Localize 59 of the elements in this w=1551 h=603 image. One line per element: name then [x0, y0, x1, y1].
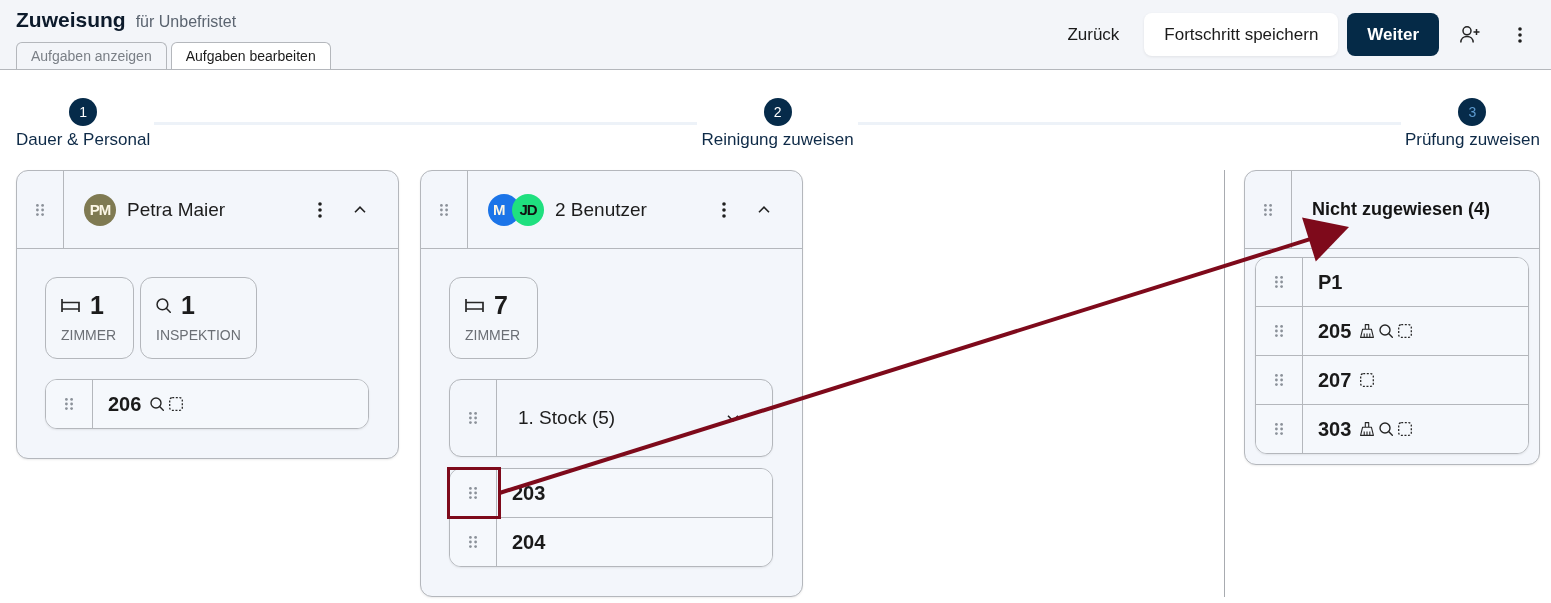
room-number: P1 [1318, 270, 1343, 294]
avatar: JD [512, 193, 544, 226]
group-label: 1. Stock (5) [518, 407, 617, 429]
room-number: 303 [1318, 417, 1352, 441]
room-number: 206 [108, 392, 142, 416]
add-person-icon[interactable] [1460, 26, 1480, 43]
tab[interactable]: Aufgaben bearbeiten [170, 42, 331, 69]
stat-label: ZIMMER [61, 327, 118, 344]
room-row[interactable]: P1 [1256, 258, 1528, 306]
more-icon[interactable] [318, 201, 322, 218]
stat-label: INSPEKTION [156, 327, 241, 344]
drag-handle-icon[interactable] [469, 412, 477, 424]
more-icon[interactable] [722, 201, 726, 218]
outline-button[interactable]: Fortschritt speichern [1144, 13, 1339, 56]
room-row[interactable]: 207 [1256, 355, 1528, 404]
bed-icon [465, 298, 484, 312]
drag-handle-icon[interactable] [65, 398, 73, 410]
room-number: 207 [1318, 368, 1352, 392]
room-number: 204 [512, 530, 546, 554]
tab[interactable]: Aufgaben anzeigen [16, 42, 167, 69]
chevron-up-icon[interactable] [758, 206, 770, 213]
search-icon [156, 297, 171, 313]
chevron-up-icon[interactable] [354, 206, 366, 213]
page-title: Zuweisung [16, 8, 126, 32]
stat-value: 1 [90, 290, 104, 320]
card-title: Nicht zugewiesen (4) [1312, 199, 1492, 220]
step-label: Prüfung zuweisen [1404, 130, 1540, 150]
more-icon[interactable] [1518, 26, 1522, 43]
drag-handle-icon[interactable] [1275, 374, 1283, 386]
drag-handle-icon[interactable] [469, 536, 477, 548]
step-label: Reinigung zuweisen [701, 130, 854, 150]
primary-button[interactable]: Weiter [1347, 13, 1439, 56]
drag-handle-icon[interactable] [1275, 276, 1283, 288]
drag-handle-icon[interactable] [1275, 325, 1283, 337]
bed-icon [61, 298, 80, 312]
text-button[interactable]: Zurück [1051, 13, 1136, 56]
drag-handle-icon[interactable] [36, 203, 44, 216]
room-row[interactable]: 205 [1256, 306, 1528, 355]
room-row[interactable]: 204 [450, 517, 772, 566]
step-number: 2 [763, 98, 792, 126]
card-title: 2 Benutzer [555, 198, 648, 221]
stat-value: 1 [181, 290, 195, 320]
room-number: 205 [1318, 319, 1352, 343]
group-row[interactable]: 1. Stock (5) [449, 379, 773, 457]
room-row[interactable]: 206 [46, 380, 368, 428]
avatar: PM [84, 193, 116, 226]
step-label: Dauer & Personal [16, 130, 151, 150]
card-title: Petra Maier [127, 198, 227, 221]
stat-label: ZIMMER [465, 327, 522, 344]
room-row[interactable]: 303 [1256, 404, 1528, 453]
drag-handle-icon[interactable] [1275, 423, 1283, 435]
stat-value: 7 [494, 290, 508, 320]
drag-handle-icon[interactable] [469, 487, 477, 499]
drag-handle-icon[interactable] [1264, 203, 1272, 216]
page-subtitle: für Unbefristet [135, 12, 237, 32]
chevron-down-icon[interactable] [727, 414, 739, 422]
drag-handle-icon[interactable] [440, 203, 448, 216]
step-number: 3 [1458, 98, 1487, 126]
step-number: 1 [69, 98, 98, 126]
